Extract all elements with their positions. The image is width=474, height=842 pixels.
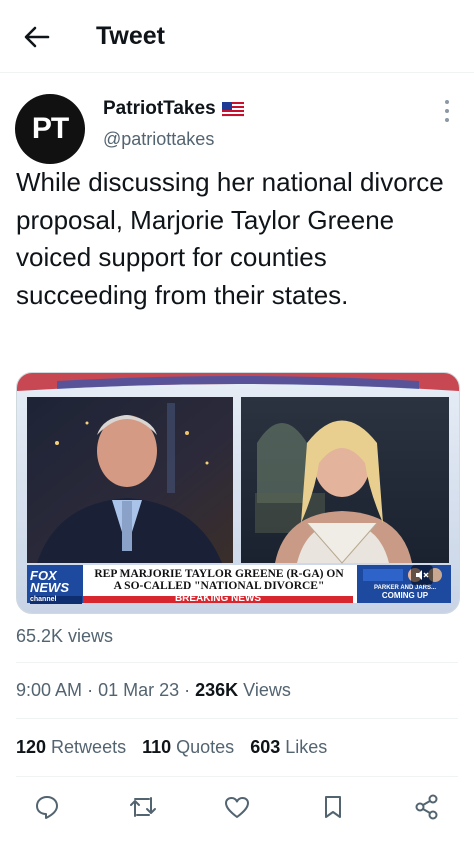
author-name-text: PatriotTakes — [103, 98, 216, 119]
divider — [16, 662, 458, 663]
like-icon — [225, 797, 249, 818]
views-label: Views — [243, 680, 291, 700]
flag-icon — [221, 101, 244, 117]
action-bar — [0, 788, 474, 828]
mute-button[interactable] — [411, 565, 433, 585]
bookmark-button[interactable] — [318, 792, 348, 822]
like-button[interactable] — [222, 792, 252, 822]
tweet-metadata: 9:00 AM · 01 Mar 23 · 236K Views — [16, 680, 291, 700]
promo-text: PARKER AND JARS... COMING UP — [373, 585, 436, 600]
tweet-time[interactable]: 9:00 AM — [16, 680, 82, 700]
more-icon — [445, 100, 449, 104]
author-handle[interactable]: @patriottakes — [103, 129, 214, 150]
share-icon — [415, 794, 438, 820]
avatar[interactable]: PT — [15, 94, 85, 164]
share-button[interactable] — [412, 792, 442, 822]
page-title: Tweet — [96, 22, 165, 50]
author-name[interactable]: PatriotTakes — [103, 98, 244, 120]
back-button[interactable] — [20, 22, 54, 52]
engagement-stats: 120 Retweets 110 Quotes 603 Likes — [16, 737, 327, 758]
bookmark-icon — [325, 796, 341, 818]
divider — [16, 718, 458, 719]
quotes-stat[interactable]: 110 Quotes — [142, 737, 234, 758]
likes-stat[interactable]: 603 Likes — [250, 737, 327, 758]
more-options-button[interactable] — [440, 100, 454, 122]
view-count: 65.2K views — [16, 626, 114, 646]
tweet-media-image[interactable]: FOX NEWS channel REP MARJORIE TAYLOR GRE… — [16, 372, 460, 614]
muted-speaker-icon — [416, 570, 429, 580]
divider — [16, 776, 458, 777]
views-count: 236K — [195, 680, 239, 700]
breaking-news-banner: BREAKING NEWS — [174, 593, 262, 604]
network-logo: FOX NEWS channel — [30, 569, 82, 604]
tweet-text: While discussing her national divorce pr… — [16, 167, 444, 310]
top-bar: Tweet — [0, 0, 474, 73]
reply-button[interactable] — [32, 792, 62, 822]
lower-third-caption: REP MARJORIE TAYLOR GREENE (R-GA) ON A S… — [94, 568, 344, 592]
tweet-date[interactable]: 01 Mar 23 — [98, 680, 179, 700]
reply-icon — [36, 796, 58, 819]
back-arrow-icon — [24, 26, 50, 48]
retweet-icon — [130, 797, 156, 817]
avatar-text: PT — [31, 112, 69, 145]
retweet-button[interactable] — [128, 792, 158, 822]
retweets-stat[interactable]: 120 Retweets — [16, 737, 126, 758]
